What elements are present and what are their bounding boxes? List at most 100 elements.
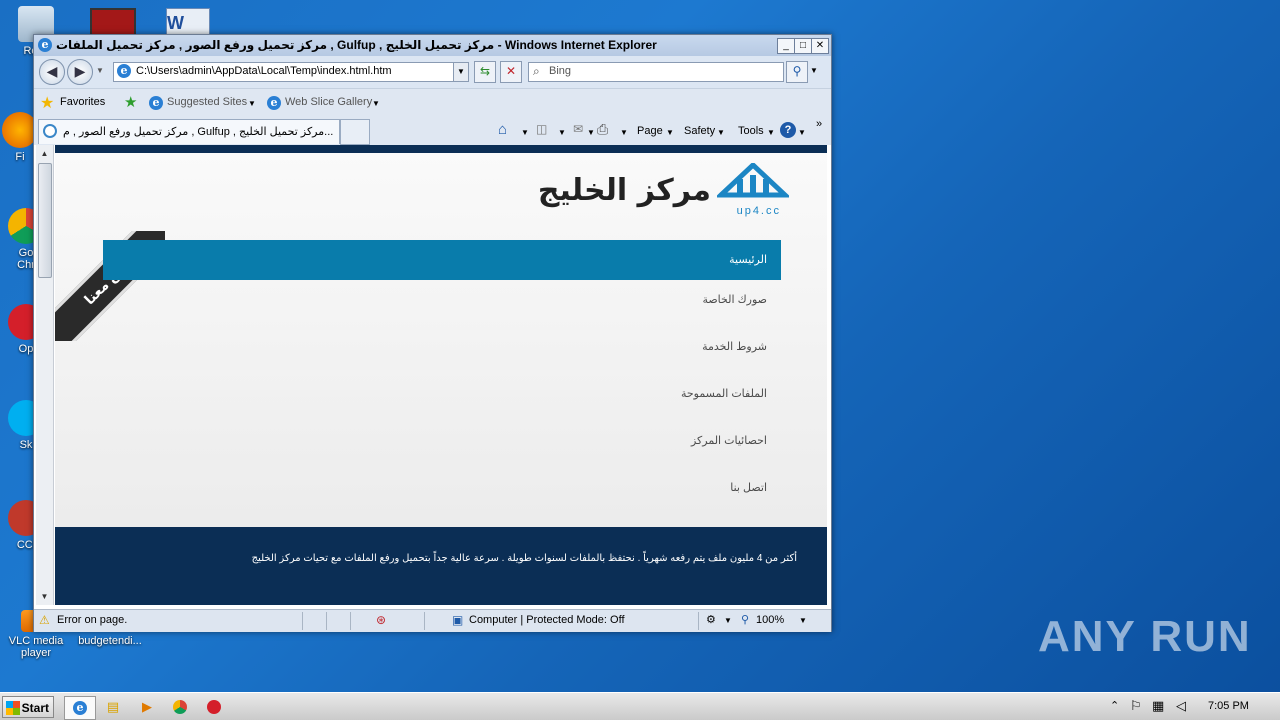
taskbar-chrome-icon[interactable] [168,696,192,718]
page-menu[interactable]: Page [637,125,663,137]
tab-row: مركز تحميل ورفع الصور , م , Gulfup , مرك… [34,116,831,145]
help-icon[interactable]: ? [780,122,796,138]
suggested-dropdown-icon[interactable]: ▼ [248,99,256,108]
browser-content: ▲ ▼ مركز الخليج up4.cc اعلن معنا الرئيسي… [34,145,831,609]
address-field[interactable]: e C:\Users\admin\AppData\Local\Temp\inde… [113,62,469,82]
computer-zone-icon: ▣ [452,613,464,627]
desktop-icon-label: Op [18,343,34,355]
start-button[interactable]: Start [2,696,54,718]
taskbar-opera-icon[interactable] [202,696,226,718]
network-icon[interactable]: ▦ [1152,698,1164,714]
zoom-level[interactable]: 100% [756,614,784,626]
tab-active[interactable]: مركز تحميل ورفع الصور , م , Gulfup , مرك… [38,119,340,144]
ie-window: e مركز تحميل ورفع الصور , مركز تحميل الم… [33,34,832,632]
back-button[interactable]: ◀ [39,59,65,85]
title-bar[interactable]: e مركز تحميل ورفع الصور , مركز تحميل الم… [34,35,831,56]
web-page: مركز الخليج up4.cc اعلن معنا الرئيسية صو… [55,145,827,605]
zoom-dropdown-icon[interactable]: ▼ [799,616,807,625]
opera-icon [207,700,221,714]
site-logo-subtitle: up4.cc [736,205,781,217]
volume-icon[interactable]: ◁ [1176,698,1186,714]
vertical-scrollbar[interactable]: ▲ ▼ [36,145,54,605]
page-icon: e [117,64,131,78]
status-divider [424,612,425,630]
new-tab-button[interactable] [340,119,370,145]
home-dropdown-icon[interactable]: ▼ [521,128,529,137]
stop-icon[interactable]: ✕ [500,61,522,83]
add-favorites-icon[interactable]: ★ [124,93,137,111]
nav-item-statistics[interactable]: احصائيات المركز [567,434,767,447]
status-divider [350,612,351,630]
history-dropdown-icon[interactable]: ▼ [96,66,104,75]
footer-text: أكثر من 4 مليون ملف يتم رفعه شهرياً . نح… [251,553,797,564]
window-title: مركز تحميل ورفع الصور , مركز تحميل الملف… [56,38,657,52]
protected-mode-dropdown-icon[interactable]: ▼ [724,616,732,625]
nav-item-home[interactable]: الرئيسية [729,253,767,266]
nav-item-terms[interactable]: شروط الخدمة [567,340,767,353]
nav-item-allowed-files[interactable]: الملفات المسموحة [567,387,767,400]
web-slice-dropdown-icon[interactable]: ▼ [372,99,380,108]
favorites-star-icon: ★ [40,95,55,112]
address-text: C:\Users\admin\AppData\Local\Temp\index.… [136,65,392,77]
page-footer: أكثر من 4 مليون ملف يتم رفعه شهرياً . نح… [55,527,827,605]
page-dropdown-icon[interactable]: ▼ [666,128,674,137]
print-dropdown-icon[interactable]: ▼ [620,128,628,137]
taskbar-media-player-icon[interactable]: ▶ [135,696,159,718]
search-placeholder: Bing [549,65,572,77]
start-label: Start [21,701,49,715]
security-zone-text[interactable]: Computer | Protected Mode: Off [469,614,625,626]
site-logo-text[interactable]: مركز الخليج [538,173,711,208]
address-bar-row: ◀ ▶ ▼ e C:\Users\admin\AppData\Local\Tem… [34,56,831,88]
taskbar-explorer-icon[interactable]: ▤ [101,696,125,718]
scroll-thumb[interactable] [38,163,52,278]
taskbar-ie-icon[interactable]: e [64,696,96,720]
ie-logo-icon: e [73,701,87,715]
maximize-button[interactable]: □ [794,38,812,54]
tools-menu[interactable]: Tools [738,125,764,137]
safety-dropdown-icon[interactable]: ▼ [717,128,725,137]
scroll-down-icon[interactable]: ▼ [37,589,52,604]
privacy-report-icon[interactable]: ⊛ [376,613,386,627]
tools-dropdown-icon[interactable]: ▼ [767,128,775,137]
mail-dropdown-icon[interactable]: ▼ [587,128,595,137]
tray-expand-icon[interactable]: ⌃ [1110,699,1119,712]
more-commands-icon[interactable]: » [816,118,822,130]
minimize-button[interactable]: _ [777,38,795,54]
home-icon[interactable]: ⌂ [498,121,507,138]
search-icon[interactable]: ⚲ [786,61,808,83]
status-divider [698,612,699,630]
help-dropdown-icon[interactable]: ▼ [798,128,806,137]
nav-menu-active-bar[interactable]: الرئيسية [103,240,781,280]
mail-icon[interactable]: ✉ [573,122,583,136]
scroll-up-icon[interactable]: ▲ [37,146,52,161]
feeds-icon[interactable]: ◫ [536,122,547,136]
address-dropdown-icon[interactable]: ▼ [453,63,468,81]
status-divider [302,612,303,630]
warning-icon[interactable]: ⚠ [39,613,50,627]
action-center-flag-icon[interactable]: ⚐ [1130,698,1142,714]
status-error-text[interactable]: Error on page. [57,614,127,626]
loading-icon [43,124,57,138]
safety-menu[interactable]: Safety [684,125,715,137]
nav-item-contact[interactable]: اتصل بنا [567,481,767,494]
windows-logo-icon [6,701,20,715]
favorites-button[interactable]: Favorites [60,96,105,108]
desktop-icon-label: budgetendi... [78,635,142,647]
web-slice-gallery-link[interactable]: Web Slice Gallery [285,96,372,108]
compatibility-view-icon[interactable]: ⇆ [474,61,496,83]
suggested-sites-link[interactable]: Suggested Sites [167,96,247,108]
print-icon[interactable]: ⎙ [597,121,608,138]
chrome-icon [173,700,187,714]
forward-button[interactable]: ▶ [67,59,93,85]
feeds-dropdown-icon[interactable]: ▼ [558,128,566,137]
search-options-icon[interactable]: ▼ [810,66,818,75]
system-clock[interactable]: 7:05 PM [1208,700,1249,712]
zoom-icon: ⚲ [741,614,750,626]
close-button[interactable]: ✕ [811,38,829,54]
web-slice-icon: e [267,96,281,110]
tab-title: مركز تحميل ورفع الصور , م , Gulfup , مرك… [63,126,334,138]
suggested-sites-icon: e [149,96,163,110]
search-input[interactable]: ⌕ Bing [528,62,784,82]
protected-mode-icon[interactable]: ⚙ [706,613,716,626]
nav-item-private-images[interactable]: صورك الخاصة [567,293,767,306]
